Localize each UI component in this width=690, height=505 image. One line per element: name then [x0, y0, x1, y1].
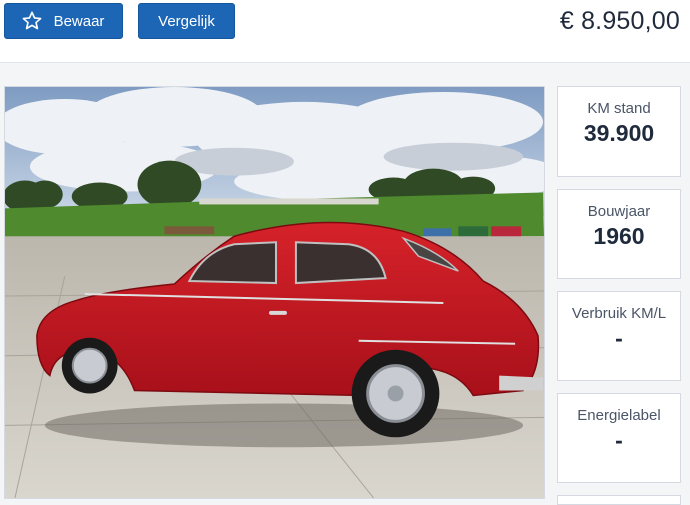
stat-bouwjaar: Bouwjaar 1960 [557, 189, 681, 279]
price: € 8.950,00 [559, 7, 680, 35]
stat-label: KM stand [587, 100, 651, 117]
stat-value: - [615, 325, 623, 351]
stat-km-stand: KM stand 39.900 [557, 86, 681, 177]
stat-label: Verbruik KM/L [571, 305, 667, 322]
save-button[interactable]: Bewaar [4, 3, 123, 39]
stat-label: Bouwjaar [587, 203, 651, 220]
save-button-label: Bewaar [53, 12, 105, 30]
stat-verbruik: Verbruik KM/L - [557, 291, 681, 381]
top-bar: Bewaar Vergelijk € 8.950,00 [0, 0, 690, 63]
stat-value: - [615, 427, 623, 453]
stat-card-partial [557, 495, 681, 505]
stat-energielabel: Energielabel - [557, 393, 681, 483]
star-icon [22, 11, 42, 30]
stat-value: 39.900 [583, 120, 655, 146]
compare-button-label: Vergelijk [158, 12, 215, 30]
car-photo[interactable] [4, 86, 545, 499]
car-photo-image [5, 87, 544, 498]
stat-label: Energielabel [577, 407, 661, 424]
stat-value: 1960 [593, 223, 645, 249]
compare-button[interactable]: Vergelijk [138, 3, 235, 39]
